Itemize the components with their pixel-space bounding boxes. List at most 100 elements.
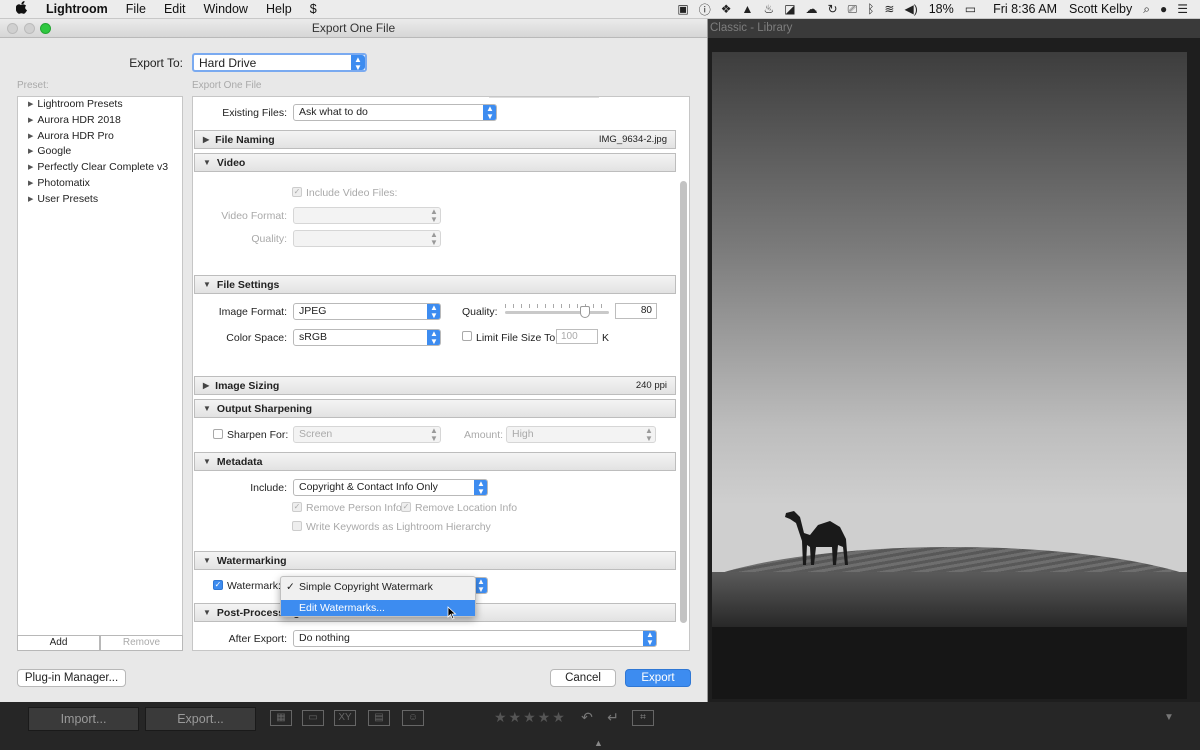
add-preset-button[interactable]: Add xyxy=(17,635,100,651)
airplay-icon[interactable]: ⎚ xyxy=(843,2,863,17)
section-title: Image Sizing xyxy=(215,380,280,392)
amount-select[interactable]: High ▲ ▼ xyxy=(506,426,656,443)
preset-item[interactable]: ▶ Lightroom Presets xyxy=(18,97,182,113)
info-icon[interactable]: ⓘ xyxy=(694,1,716,18)
watermark-checkbox[interactable]: ✓ xyxy=(213,580,223,590)
amount-value: High xyxy=(512,428,534,440)
image-format-select[interactable]: JPEG ▲ ▼ xyxy=(293,303,441,320)
menu-item-edit-watermarks[interactable]: Edit Watermarks... xyxy=(281,600,475,616)
survey-view-icon[interactable]: ▤ xyxy=(368,710,390,726)
rating-stars[interactable]: ★★★★★ xyxy=(494,709,567,726)
menu-file[interactable]: File xyxy=(117,2,155,16)
close-icon[interactable] xyxy=(7,23,18,34)
after-export-select[interactable]: Do nothing ▲ ▼ xyxy=(293,630,657,647)
menu-edit[interactable]: Edit xyxy=(155,2,195,16)
preset-item[interactable]: ▶ User Presets xyxy=(18,192,182,208)
flame-icon[interactable]: ♨ xyxy=(758,2,779,16)
time-machine-icon[interactable]: ↻ xyxy=(823,2,843,16)
bluetooth-icon[interactable]: ᛒ xyxy=(862,2,879,16)
menu-item-label: Edit Watermarks... xyxy=(299,602,385,614)
preset-item-label: Lightroom Presets xyxy=(37,98,123,110)
remove-location-checkbox[interactable]: ✓ xyxy=(401,502,411,512)
rotate-left-icon[interactable]: ↶ xyxy=(576,710,598,726)
section-title: File Naming xyxy=(215,134,275,146)
volume-icon[interactable]: ◀) xyxy=(899,2,922,16)
notification-icon[interactable]: ☰ xyxy=(1172,2,1200,16)
preset-item[interactable]: ▶ Aurora HDR Pro xyxy=(18,129,182,145)
section-metadata[interactable]: ▼ Metadata xyxy=(194,452,676,471)
color-space-label: Color Space: xyxy=(226,332,287,344)
sharpen-checkbox[interactable] xyxy=(213,429,223,439)
video-quality-label: Quality: xyxy=(251,233,287,245)
camera-icon[interactable]: ▣ xyxy=(672,2,693,16)
limit-file-size-field[interactable]: 100 xyxy=(556,329,598,344)
remove-preset-button[interactable]: Remove xyxy=(100,635,183,651)
metadata-include-value: Copyright & Contact Info Only xyxy=(299,481,438,493)
section-file-naming[interactable]: ▶ File Naming IMG_9634-2.jpg xyxy=(194,130,676,149)
export-to-select[interactable]: Hard Drive ▲ ▼ xyxy=(192,53,367,72)
sharpen-for-value: Screen xyxy=(299,428,333,440)
export-button[interactable]: Export xyxy=(625,669,691,687)
menu-window[interactable]: Window xyxy=(195,2,257,16)
grid-view-icon[interactable]: ▦ xyxy=(270,710,292,726)
wifi-icon[interactable]: ≋ xyxy=(879,2,899,16)
section-watermarking[interactable]: ▼ Watermarking xyxy=(194,551,676,570)
menu-app[interactable]: Lightroom xyxy=(37,2,117,16)
zoom-icon[interactable] xyxy=(40,23,51,34)
drive-icon[interactable]: ▲ xyxy=(737,2,759,16)
existing-files-select[interactable]: Ask what to do ▲ ▼ xyxy=(293,104,497,121)
crop-icon[interactable]: ⌗ xyxy=(632,710,654,726)
loupe-view-icon[interactable]: ▭ xyxy=(302,710,324,726)
section-image-sizing[interactable]: ▶ Image Sizing 240 ppi xyxy=(194,376,676,395)
write-keywords-checkbox[interactable] xyxy=(292,521,302,531)
export-button-lr[interactable]: Export... xyxy=(145,707,256,731)
spotlight-icon[interactable]: ⌕ xyxy=(1138,2,1155,17)
chevron-updown-icon: ▲ ▼ xyxy=(430,426,438,443)
compare-view-icon[interactable]: XY xyxy=(334,710,356,726)
cloud-icon[interactable]: ☁ xyxy=(801,2,823,16)
dropbox-icon[interactable]: ❖ xyxy=(716,2,737,16)
battery-icon[interactable]: ▭ xyxy=(960,2,981,16)
color-space-select[interactable]: sRGB ▲ ▼ xyxy=(293,329,441,346)
quality-slider-knob[interactable] xyxy=(580,306,590,318)
video-format-select[interactable]: ▲ ▼ xyxy=(293,207,441,224)
panel-label: Export One File xyxy=(192,80,262,91)
scrollbar[interactable] xyxy=(680,181,687,623)
apple-icon[interactable] xyxy=(0,1,37,17)
script-icon[interactable]: $ xyxy=(301,2,326,16)
quality-slider[interactable] xyxy=(505,311,609,314)
section-video[interactable]: ▼ Video xyxy=(194,153,676,172)
minimize-icon[interactable] xyxy=(24,23,35,34)
limit-file-size-checkbox[interactable] xyxy=(462,331,472,341)
metadata-include-select[interactable]: Copyright & Contact Info Only ▲ ▼ xyxy=(293,479,488,496)
plugin-manager-button[interactable]: Plug-in Manager... xyxy=(17,669,126,687)
disclosure-triangle-icon: ▶ xyxy=(203,135,210,144)
remove-person-checkbox[interactable]: ✓ xyxy=(292,502,302,512)
people-view-icon[interactable]: ☺ xyxy=(402,710,424,726)
siri-icon[interactable]: ● xyxy=(1155,2,1172,16)
menu-help[interactable]: Help xyxy=(257,2,301,16)
tool-icon[interactable]: ◪ xyxy=(779,2,800,16)
preset-item[interactable]: ▶ Photomatix xyxy=(18,176,182,192)
menu-item-simple-copyright[interactable]: ✓ Simple Copyright Watermark xyxy=(281,579,475,595)
preset-item[interactable]: ▶ Google xyxy=(18,144,182,160)
cancel-button[interactable]: Cancel xyxy=(550,669,616,687)
video-quality-select[interactable]: ▲ ▼ xyxy=(293,230,441,247)
chevron-updown-icon: ▲ ▼ xyxy=(430,207,438,224)
section-output-sharpening[interactable]: ▼ Output Sharpening xyxy=(194,399,676,418)
preset-item[interactable]: ▶ Perfectly Clear Complete v3 xyxy=(18,160,182,176)
sharpen-for-select[interactable]: Screen ▲ ▼ xyxy=(293,426,441,443)
rotate-right-icon[interactable]: ↵ xyxy=(602,710,624,726)
import-button[interactable]: Import... xyxy=(28,707,139,731)
section-file-settings[interactable]: ▼ File Settings xyxy=(194,275,676,294)
battery-percent[interactable]: 18% xyxy=(923,2,960,16)
user-name[interactable]: Scott Kelby xyxy=(1063,2,1138,16)
section-title: Watermarking xyxy=(216,555,287,567)
quality-field[interactable]: 80 xyxy=(615,303,657,319)
section-title: Video xyxy=(216,157,246,169)
panel-toggle-icon[interactable]: ▲ xyxy=(594,738,603,748)
preset-item[interactable]: ▶ Aurora HDR 2018 xyxy=(18,113,182,129)
filmstrip-chevron-icon[interactable]: ▼ xyxy=(1164,712,1174,723)
include-video-checkbox[interactable]: ✓ xyxy=(292,187,302,197)
clock[interactable]: Fri 8:36 AM xyxy=(981,2,1063,16)
